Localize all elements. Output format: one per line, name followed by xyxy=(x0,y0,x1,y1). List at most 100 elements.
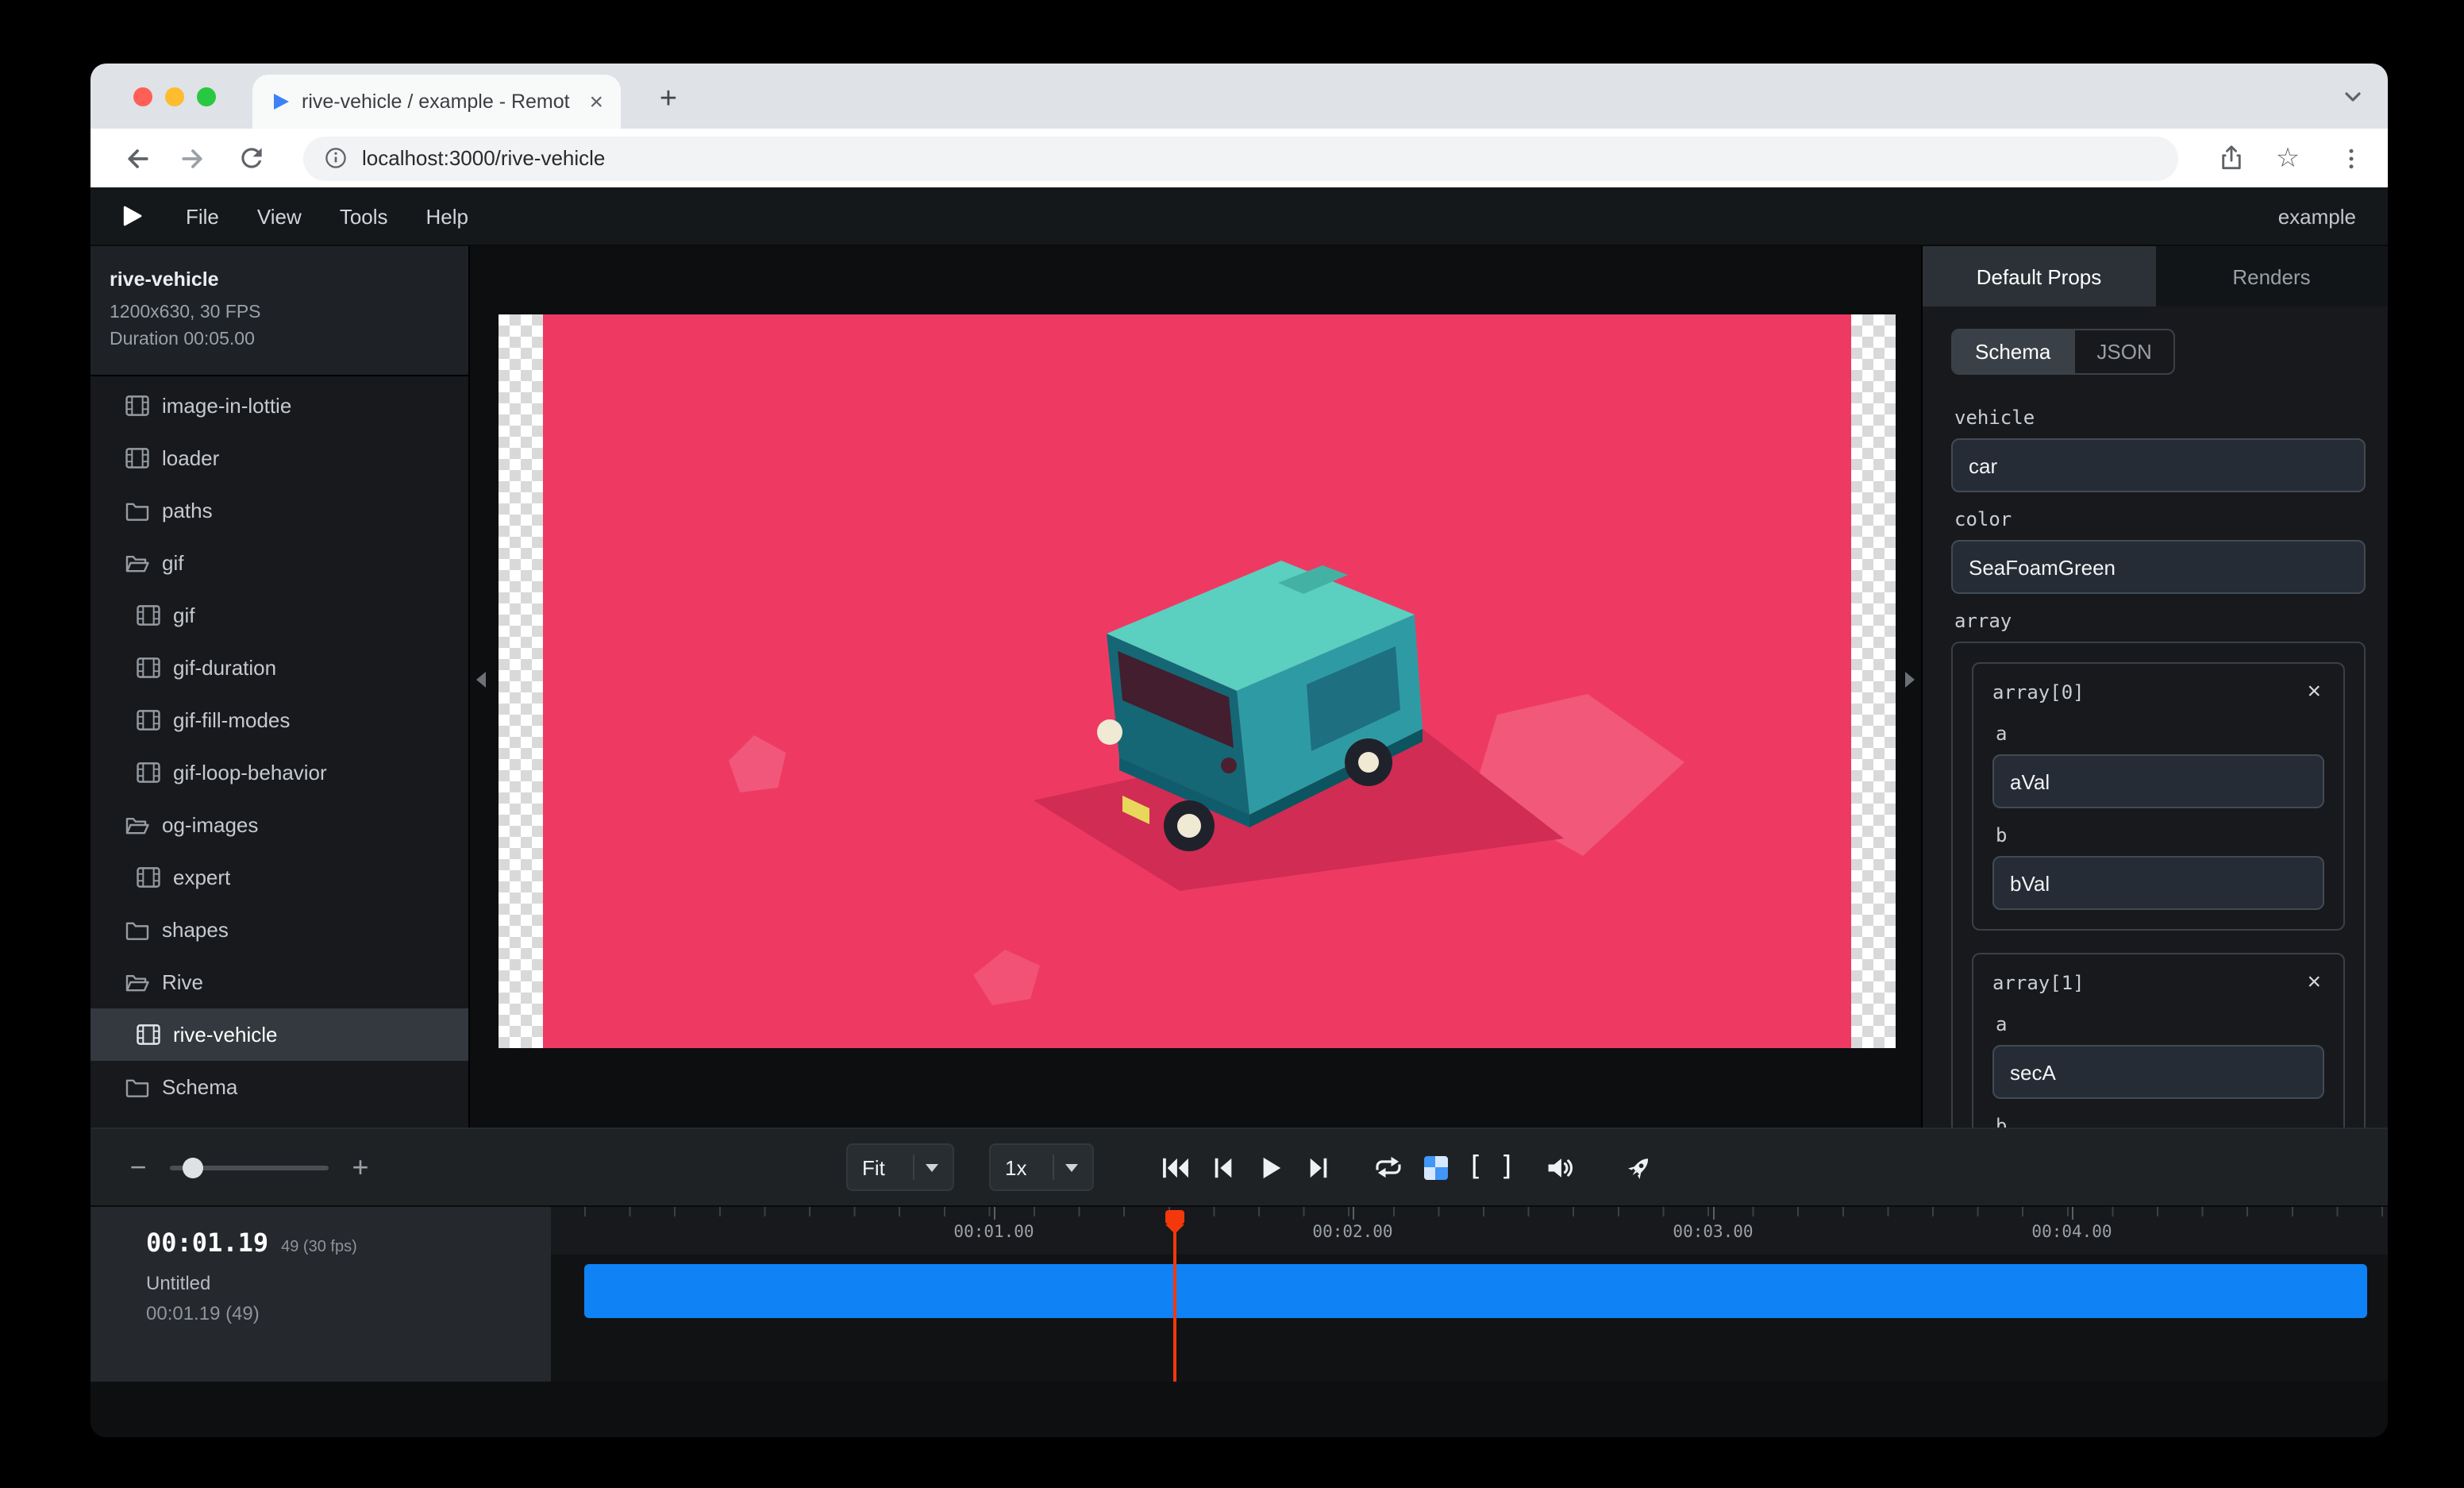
props-panel: Default Props Renders Schema JSON vehicl… xyxy=(1921,246,2388,1128)
compositions-sidebar: rive-vehicle 1200x630, 30 FPS Duration 0… xyxy=(90,246,468,1128)
fit-select[interactable]: Fit xyxy=(846,1143,954,1191)
zoom-slider-knob[interactable] xyxy=(183,1157,203,1178)
share-button[interactable] xyxy=(2213,141,2248,175)
sidebar-item-label: gif xyxy=(162,551,183,575)
menu-help[interactable]: Help xyxy=(407,204,488,228)
zoom-in-button[interactable]: + xyxy=(348,1151,373,1184)
zoom-slider[interactable] xyxy=(170,1165,329,1170)
sidebar-item-gif-loop-behavior[interactable]: gif-loop-behavior xyxy=(90,746,468,799)
browser-tab[interactable]: rive-vehicle / example - Remot × xyxy=(252,75,621,129)
vehicle-illustration xyxy=(543,314,1851,1048)
sidebar-item-schema[interactable]: Schema xyxy=(90,1061,468,1113)
sidebar-item-label: Schema xyxy=(162,1075,237,1099)
playback-speed-select[interactable]: 1x xyxy=(989,1143,1094,1191)
tab-title: rive-vehicle / example - Remot xyxy=(302,91,575,113)
composition-duration: Duration 00:05.00 xyxy=(110,327,449,354)
timeline-ruler[interactable]: 00:01.00 00:02.00 00:03.00 00:04.00 xyxy=(551,1207,2388,1255)
timeline: 00:01.19 49 (30 fps) Untitled 00:01.19 (… xyxy=(90,1205,2388,1382)
sidebar-item-label: image-in-lottie xyxy=(162,394,291,418)
reload-button[interactable] xyxy=(233,141,268,175)
sidebar-item-image-in-lottie[interactable]: image-in-lottie xyxy=(90,380,468,432)
toggle-schema[interactable]: Schema xyxy=(1953,330,2073,373)
composition-list: image-in-lottie loader paths gif xyxy=(90,376,468,1113)
array-item-name: array[0] xyxy=(1992,680,2085,703)
folder-open-icon xyxy=(125,553,149,573)
set-out-point-button[interactable]: ] xyxy=(1492,1151,1524,1183)
playback-toolbar: − + Fit 1x xyxy=(90,1128,2388,1205)
toggle-json[interactable]: JSON xyxy=(2073,330,2173,373)
film-icon xyxy=(137,1024,160,1045)
menu-view[interactable]: View xyxy=(238,204,321,228)
props-panel-tabs: Default Props Renders xyxy=(1923,246,2388,306)
minimize-window-button[interactable] xyxy=(165,87,184,106)
bookmark-star-button[interactable]: ☆ xyxy=(2270,141,2305,175)
loop-toggle-button[interactable] xyxy=(1367,1143,1408,1191)
sidebar-item-expert[interactable]: expert xyxy=(90,851,468,904)
folder-open-icon xyxy=(125,815,149,835)
address-bar[interactable]: localhost:3000/rive-vehicle xyxy=(303,136,2178,180)
forward-button[interactable] xyxy=(176,141,211,175)
sidebar-item-gif-fill-modes[interactable]: gif-fill-modes xyxy=(90,694,468,746)
sidebar-item-gif-folder[interactable]: gif xyxy=(90,537,468,589)
remove-array-item-button[interactable]: × xyxy=(2304,967,2324,997)
sidebar-item-label: expert xyxy=(173,865,230,889)
collapse-props-handle[interactable] xyxy=(1905,672,1915,688)
sidebar-item-gif[interactable]: gif xyxy=(90,589,468,642)
fit-select-value: Fit xyxy=(862,1155,885,1179)
array0-b-input[interactable]: bVal xyxy=(1992,856,2324,910)
site-info-icon[interactable] xyxy=(322,145,349,172)
timeline-track-bar[interactable] xyxy=(584,1264,2367,1318)
array-item-name: array[1] xyxy=(1992,971,2085,993)
composition-info: rive-vehicle 1200x630, 30 FPS Duration 0… xyxy=(90,246,468,376)
sidebar-item-rive-folder[interactable]: Rive xyxy=(90,956,468,1008)
sidebar-item-rive-vehicle[interactable]: rive-vehicle xyxy=(90,1008,468,1061)
tab-close-icon[interactable]: × xyxy=(584,88,608,115)
transparency-toggle-button[interactable] xyxy=(1415,1143,1456,1191)
color-input[interactable]: SeaFoamGreen xyxy=(1951,540,2366,594)
playhead-line[interactable] xyxy=(1173,1210,1176,1382)
sidebar-item-og-images[interactable]: og-images xyxy=(90,799,468,851)
folder-icon xyxy=(125,919,149,940)
browser-menu-button[interactable] xyxy=(2334,141,2369,175)
sidebar-item-label: gif-fill-modes xyxy=(173,708,290,732)
sidebar-item-paths[interactable]: paths xyxy=(90,484,468,537)
playhead-pin[interactable] xyxy=(1165,1210,1184,1224)
zoom-out-button[interactable]: − xyxy=(125,1151,151,1184)
menu-file[interactable]: File xyxy=(167,204,238,228)
film-icon xyxy=(125,395,149,416)
jump-to-end-button[interactable] xyxy=(1297,1143,1338,1191)
tab-default-props[interactable]: Default Props xyxy=(1923,246,2155,306)
sidebar-item-gif-duration[interactable]: gif-duration xyxy=(90,642,468,694)
timeline-tracks[interactable]: 00:01.00 00:02.00 00:03.00 00:04.00 xyxy=(551,1207,2388,1382)
back-button[interactable] xyxy=(119,141,154,175)
remove-array-item-button[interactable]: × xyxy=(2304,677,2324,707)
close-window-button[interactable] xyxy=(133,87,152,106)
previous-frame-button[interactable] xyxy=(1202,1143,1243,1191)
sidebar-item-shapes[interactable]: shapes xyxy=(90,904,468,956)
app-logo-icon[interactable] xyxy=(119,203,144,229)
tab-search-chevron-icon[interactable] xyxy=(2340,84,2366,118)
collapse-sidebar-handle[interactable] xyxy=(476,672,486,688)
zoom-controls: − + xyxy=(125,1129,373,1205)
render-rocket-button[interactable] xyxy=(1619,1143,1660,1191)
new-tab-button[interactable]: + xyxy=(649,81,687,119)
composition-preview xyxy=(499,314,1896,1048)
sidebar-item-label: Rive xyxy=(162,970,203,994)
transparency-checkerboard xyxy=(1851,314,1896,1048)
maximize-window-button[interactable] xyxy=(197,87,216,106)
array0-a-input[interactable]: aVal xyxy=(1992,754,2324,808)
browser-window: rive-vehicle / example - Remot × + xyxy=(90,64,2388,1437)
sidebar-item-label: paths xyxy=(162,499,213,522)
sidebar-item-loader[interactable]: loader xyxy=(90,432,468,484)
volume-button[interactable] xyxy=(1539,1143,1580,1191)
tab-renders[interactable]: Renders xyxy=(2155,246,2388,306)
jump-to-start-button[interactable] xyxy=(1154,1143,1195,1191)
play-button[interactable] xyxy=(1249,1143,1291,1191)
array1-a-input[interactable]: secA xyxy=(1992,1045,2324,1099)
ruler-label: 00:01.00 xyxy=(953,1223,1034,1242)
ruler-label: 00:04.00 xyxy=(2031,1223,2112,1242)
set-in-point-button[interactable]: [ xyxy=(1459,1151,1492,1183)
menu-tools[interactable]: Tools xyxy=(321,204,407,228)
vehicle-input[interactable]: car xyxy=(1951,438,2366,492)
ruler-label: 00:03.00 xyxy=(1673,1223,1753,1242)
